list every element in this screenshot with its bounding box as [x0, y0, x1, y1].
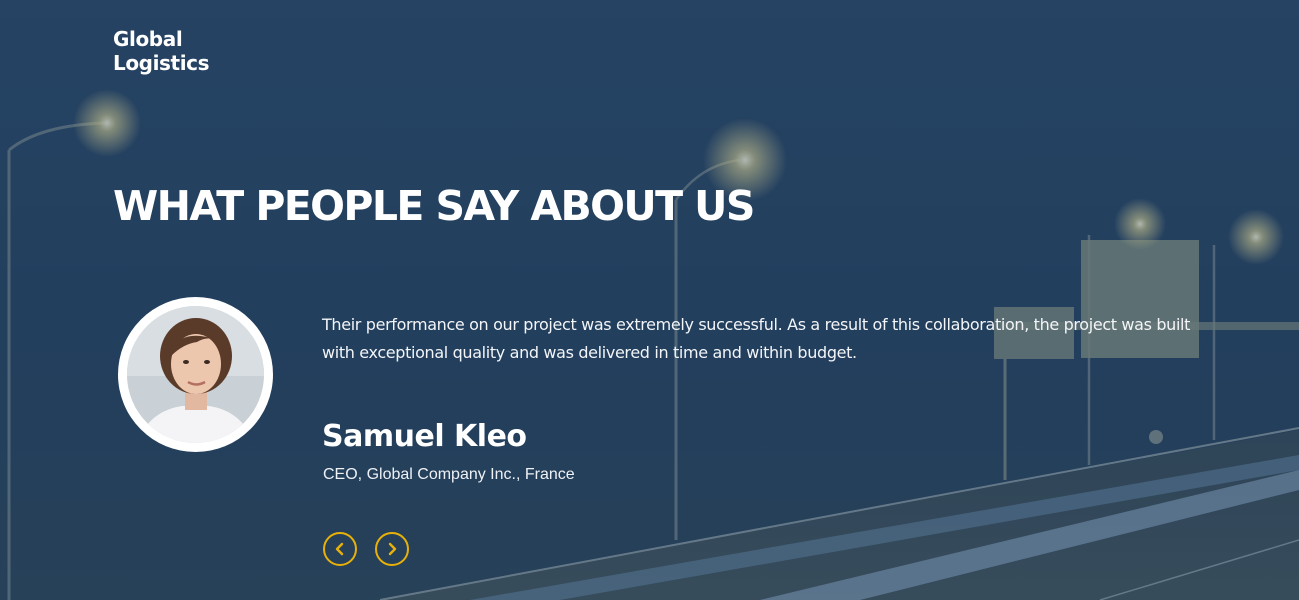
testimonial-role: CEO, Global Company Inc., France — [323, 466, 575, 483]
next-testimonial-button[interactable] — [375, 532, 409, 566]
brand-logo[interactable]: Global Logistics — [113, 27, 210, 75]
avatar — [118, 297, 273, 452]
previous-testimonial-button[interactable] — [323, 532, 357, 566]
brand-line-1: Global — [113, 27, 183, 51]
section-title: WHAT PEOPLE SAY ABOUT US — [113, 182, 755, 230]
chevron-left-icon — [335, 542, 344, 556]
chevron-right-icon — [388, 542, 397, 556]
testimonial-author: Samuel Kleo — [322, 419, 527, 454]
testimonial-portrait — [127, 306, 264, 443]
testimonial-quote: Their performance on our project was ext… — [322, 315, 1191, 362]
brand-line-2: Logistics — [113, 51, 210, 75]
